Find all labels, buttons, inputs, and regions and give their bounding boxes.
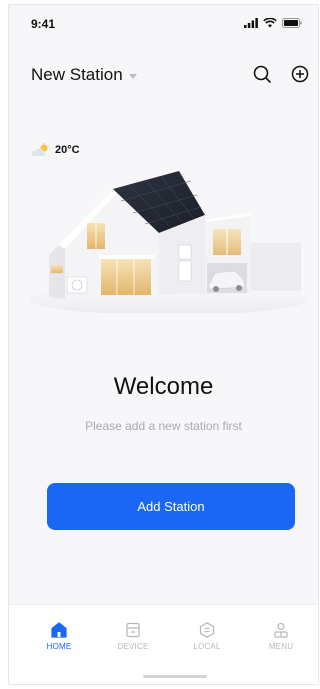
home-indicator xyxy=(143,675,207,678)
search-icon xyxy=(253,65,271,83)
battery-icon xyxy=(282,18,302,28)
wifi-icon xyxy=(263,18,277,28)
weather-widget: 20°C xyxy=(31,143,80,157)
tab-home-label: HOME xyxy=(46,642,72,651)
station-name: New Station xyxy=(31,65,123,84)
add-button[interactable] xyxy=(289,63,311,85)
bottom-tab-bar: HOME DEVICE LOCAL MENU xyxy=(9,604,318,684)
partly-cloudy-icon xyxy=(31,143,50,156)
local-icon xyxy=(199,622,215,638)
weather-temperature: 20°C xyxy=(55,144,80,156)
header: New Station xyxy=(9,57,318,93)
tab-device-label: DEVICE xyxy=(117,642,149,651)
status-icons xyxy=(244,18,302,28)
home-icon xyxy=(51,622,67,638)
device-icon xyxy=(126,622,140,638)
add-station-button[interactable]: Add Station xyxy=(47,483,295,530)
tab-home[interactable]: HOME xyxy=(29,621,89,651)
welcome-title: Welcome xyxy=(113,373,214,400)
signal-icon xyxy=(244,18,258,28)
tab-device[interactable]: DEVICE xyxy=(103,621,163,651)
menu-icon xyxy=(274,622,288,638)
tab-menu-label: MENU xyxy=(268,642,294,651)
search-button[interactable] xyxy=(251,63,273,85)
station-selector[interactable]: New Station xyxy=(31,65,137,85)
status-time: 9:41 xyxy=(31,17,56,31)
tab-menu[interactable]: MENU xyxy=(251,621,311,651)
status-bar: 9:41 xyxy=(9,5,318,45)
house-illustration xyxy=(29,171,309,313)
app-screen: 9:41 New Station 20°C Welcome Please add… xyxy=(8,4,319,685)
tab-local[interactable]: LOCAL xyxy=(177,621,237,651)
tab-local-label: LOCAL xyxy=(193,642,221,651)
welcome-subtitle: Please add a new station first xyxy=(85,419,242,433)
add-circle-icon xyxy=(291,65,309,83)
chevron-down-icon xyxy=(128,73,137,79)
